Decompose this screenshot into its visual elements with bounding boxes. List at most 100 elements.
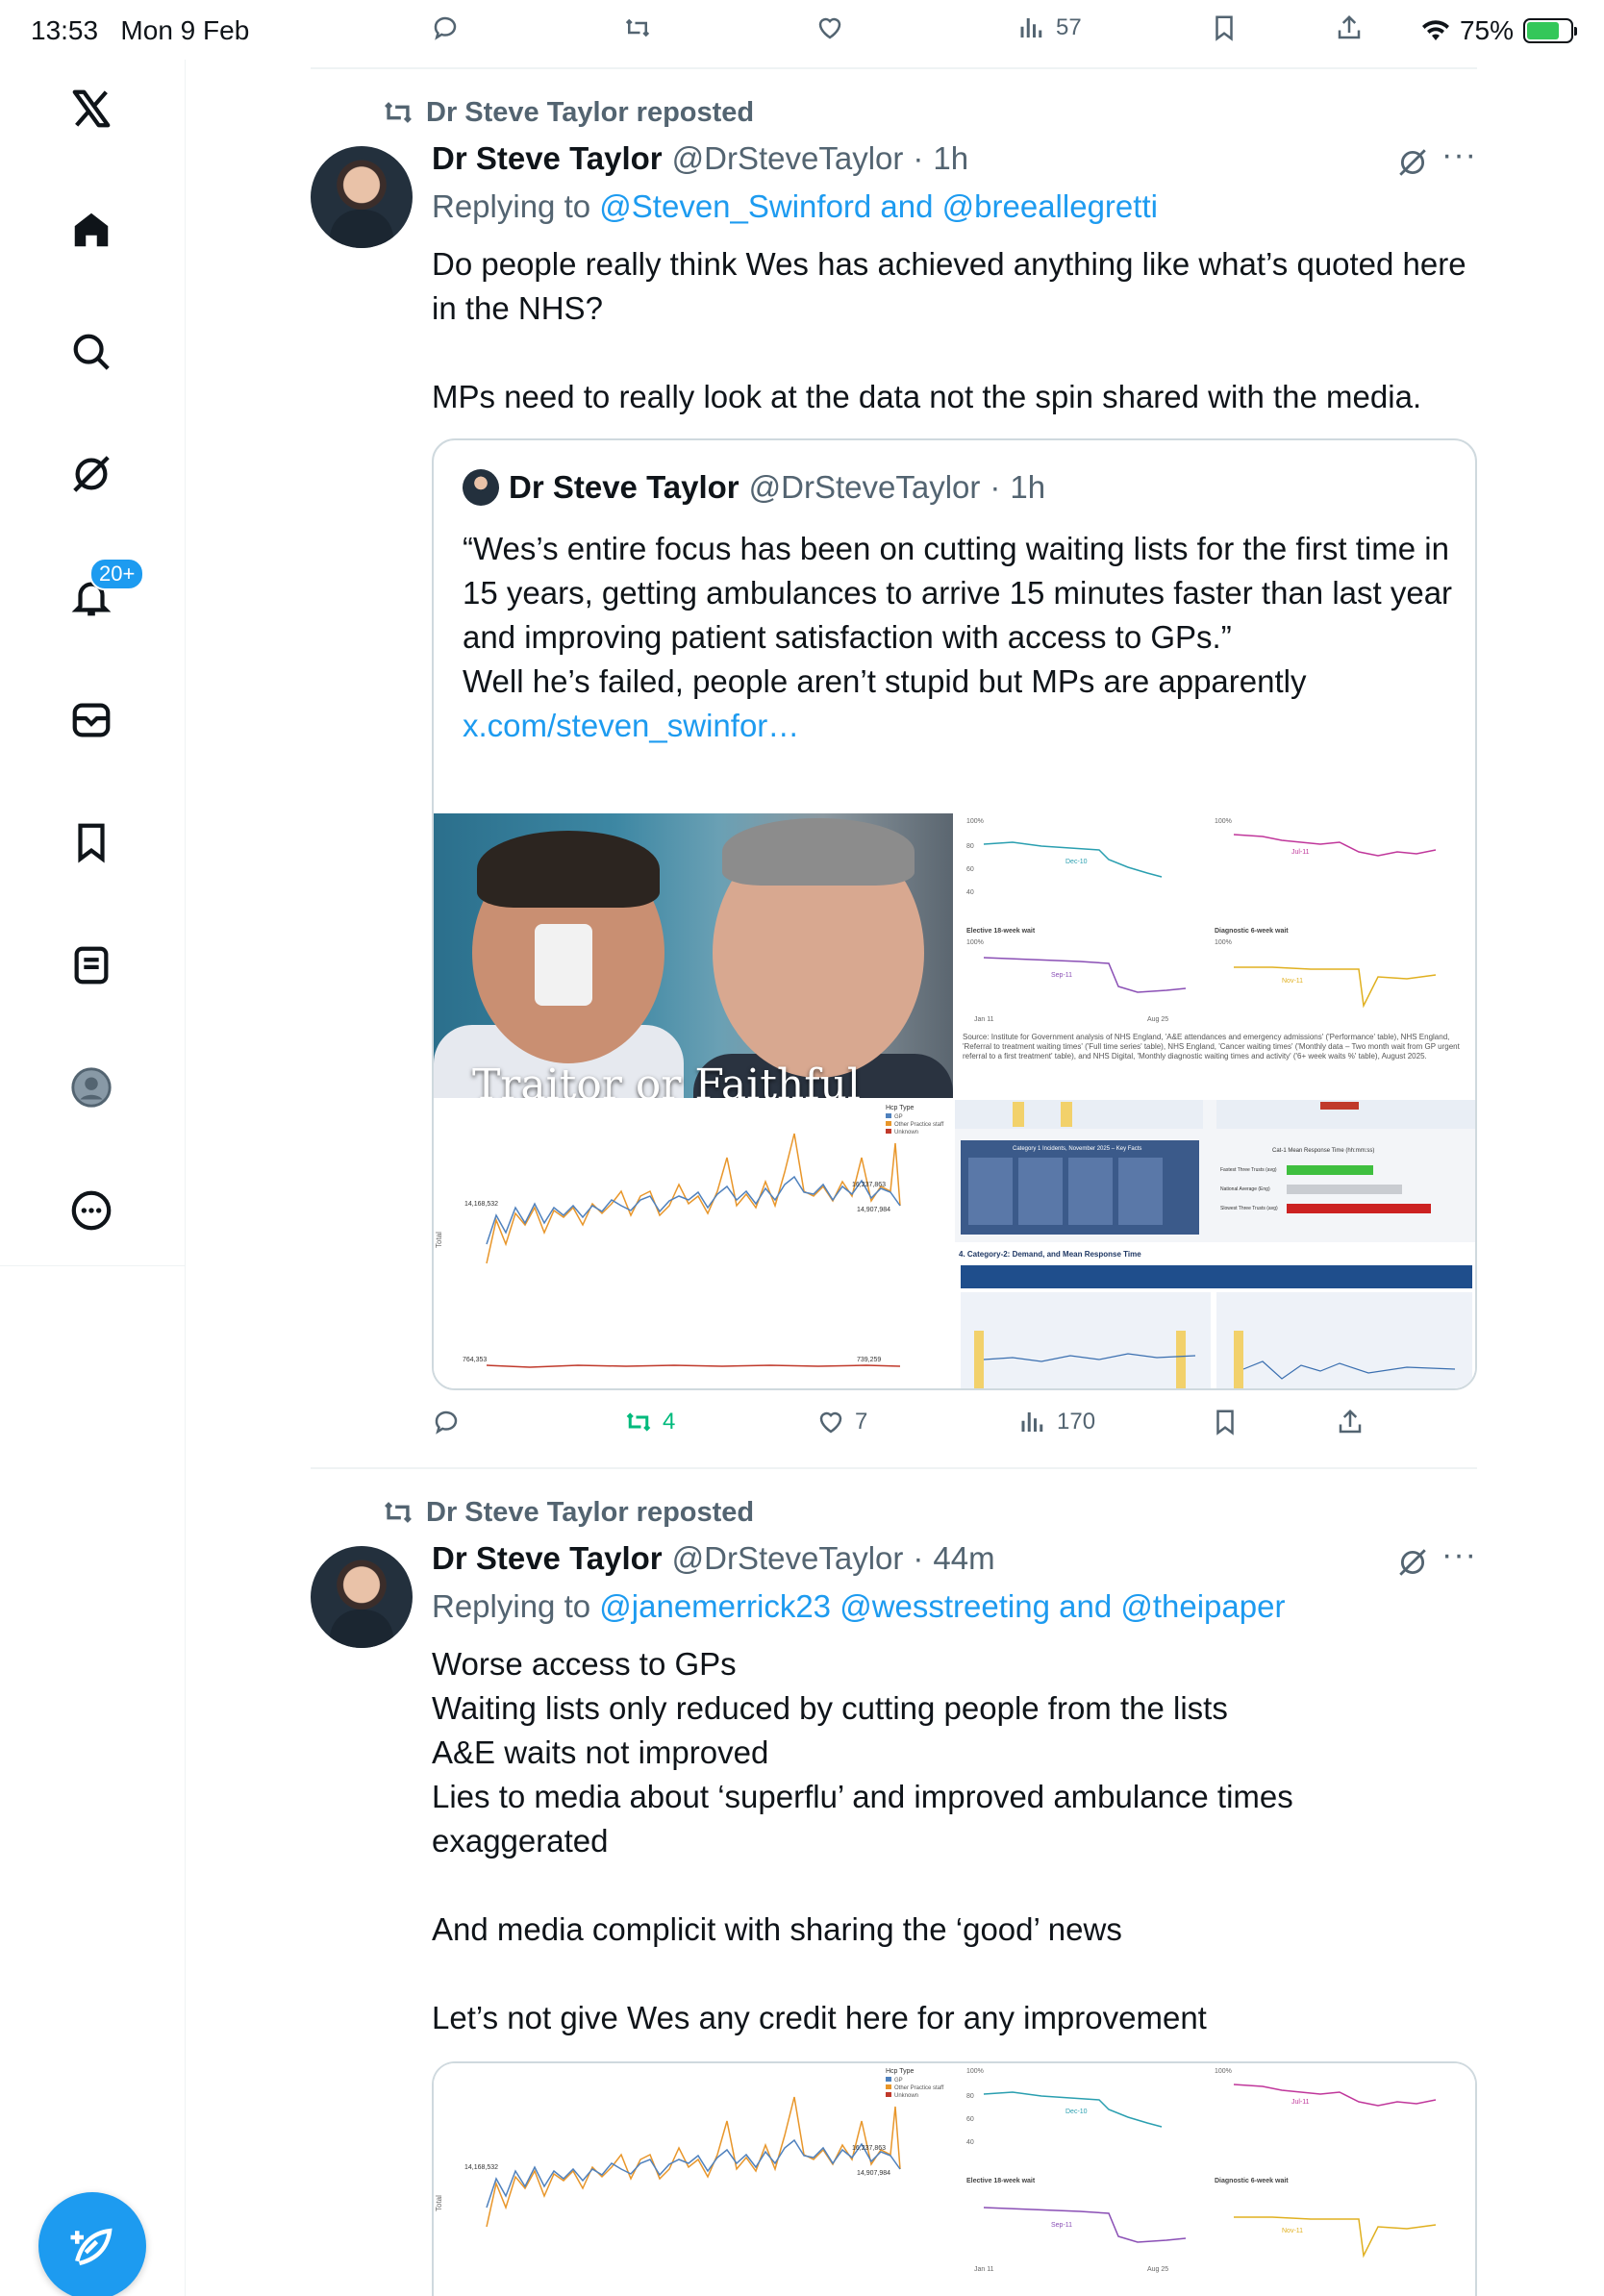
like-button[interactable]: 7 (816, 1408, 867, 1436)
tweet-header: Dr Steve Taylor @DrSteveTaylor · 44m (432, 1540, 995, 1577)
separator-dot: · (990, 469, 1001, 505)
views-button[interactable]: 170 (1018, 1408, 1095, 1436)
repost-icon (626, 1412, 651, 1432)
report-row: Fastest Three Trusts (avg) (1220, 1167, 1277, 1173)
more-icon (71, 1190, 112, 1231)
chart-legend-title: Hcp Type (886, 1105, 915, 1111)
quote-link[interactable]: x.com/steven_swinfor… (463, 704, 1463, 748)
nav-lists[interactable] (63, 937, 119, 993)
views-count: 170 (1057, 1409, 1096, 1435)
nav-profile[interactable] (63, 1060, 119, 1115)
tweet-header: Dr Steve Taylor @DrSteveTaylor · 1h (432, 140, 968, 177)
bookmark-button[interactable] (1211, 1408, 1240, 1436)
share-button[interactable] (1336, 1408, 1365, 1436)
chart-data-label: 16,237,863 (852, 2145, 886, 2152)
chart-axis-label: Jan 11 (974, 2266, 994, 2273)
avatar[interactable] (311, 1546, 413, 1648)
report-bar (1287, 1185, 1402, 1194)
x-logo-icon (72, 89, 111, 128)
media-photo[interactable]: Traitor or Faithful (434, 813, 953, 1098)
tweet[interactable]: Dr Steve Taylor reposted Dr Steve Taylor… (311, 1496, 1477, 2296)
repost-indicator: Dr Steve Taylor reposted (382, 96, 754, 129)
media-card[interactable]: Total Hcp Type GP Other Practice staff U… (432, 2061, 1477, 2296)
media-nhs-charts[interactable]: 100% 80 60 40 100% 100% 100% Dec-10 Jul-… (955, 813, 1475, 1098)
status-time: 13:53 Mon 9 Feb (31, 15, 249, 46)
nav-grok[interactable] (63, 446, 119, 502)
views-count: 57 (1056, 14, 1082, 40)
chart-data-label: 14,907,984 (857, 2170, 890, 2177)
views-icon (1020, 18, 1042, 37)
chart-data-label: 14,168,532 (464, 2164, 498, 2171)
tweet-actions: 4 7 170 (432, 1408, 1362, 1446)
repost-label: Dr Steve Taylor reposted (426, 96, 755, 128)
chart-label: Nov-11 (1282, 978, 1303, 985)
reply-button[interactable] (431, 13, 460, 42)
more-options-icon[interactable]: ··· (1441, 1536, 1477, 1574)
media-nhs-charts[interactable]: 100% 80 60 40 100% Dec-10 Jul-11 Electiv… (955, 2063, 1475, 2296)
replying-to-links[interactable]: @janemerrick23 @wesstreeting and @theipa… (599, 1588, 1285, 1624)
chart-label: Nov-11 (1282, 2228, 1303, 2234)
author-name[interactable]: Dr Steve Taylor (432, 1540, 663, 1577)
chart-tick: 60 (966, 866, 974, 873)
tweet-paragraph: Do people really think Wes has achieved … (432, 246, 1475, 326)
quoted-tweet[interactable]: Dr Steve Taylor @DrSteveTaylor · 1h “Wes… (432, 438, 1477, 1390)
like-button[interactable] (815, 13, 844, 42)
chart-data-label: 14,907,984 (857, 1207, 890, 1213)
repost-button[interactable] (623, 13, 652, 42)
more-options-icon[interactable]: ··· (1441, 137, 1477, 174)
media-ambulance-report[interactable]: Category 1 Incidents, November 2025 – Ke… (955, 1100, 1475, 1388)
profile-icon (71, 1067, 112, 1108)
replying-to: Replying to @janemerrick23 @wesstreeting… (432, 1588, 1285, 1625)
sidebar: 20+ (0, 60, 186, 2296)
compose-icon (70, 2228, 113, 2266)
nav-bookmarks[interactable] (63, 814, 119, 870)
chart-line (983, 957, 1187, 993)
heart-icon (818, 17, 841, 39)
author-name[interactable]: Dr Steve Taylor (432, 140, 663, 177)
report-bar (1287, 1204, 1431, 1213)
chart-tick: 100% (1215, 939, 1232, 946)
tweet-text: Worse access to GPs Waiting lists only r… (432, 1642, 1470, 2040)
author-handle[interactable]: @DrSteveTaylor (672, 1540, 904, 1577)
views-button[interactable]: 57 (1017, 13, 1082, 42)
tweet-time[interactable]: 1h (933, 140, 968, 177)
repost-button[interactable]: 4 (624, 1408, 675, 1436)
legend-entry: GP (894, 1114, 903, 1120)
nav-messages[interactable] (63, 692, 119, 748)
legend-entry: Other Practice staff (894, 2085, 944, 2091)
wifi-icon (1421, 20, 1449, 40)
chart-label: Sep-11 (1051, 972, 1072, 979)
nav-more[interactable] (63, 1183, 119, 1238)
share-button[interactable] (1335, 13, 1364, 42)
bookmark-icon (1216, 15, 1233, 41)
grok-icon[interactable] (1396, 1546, 1429, 1579)
nav-search[interactable] (63, 324, 119, 380)
media-gp-chart[interactable]: Total Hcp Type GP Other Practice staff U… (434, 1100, 953, 1388)
media-grid: Traitor or Faithful 100% 80 60 40 100% 1… (434, 813, 1475, 1388)
feed-divider (311, 67, 1477, 69)
legend-entry: Unknown (894, 2093, 918, 2099)
replying-to-links[interactable]: @Steven_Swinford and @breeallegretti (599, 188, 1158, 224)
compose-button[interactable] (38, 2192, 146, 2296)
avatar[interactable] (311, 146, 413, 248)
tweet-time[interactable]: 44m (933, 1540, 994, 1577)
grok-icon[interactable] (1396, 146, 1429, 179)
quote-header: Dr Steve Taylor @DrSteveTaylor · 1h (463, 469, 1045, 506)
reply-button[interactable] (432, 1408, 461, 1436)
tweet[interactable]: Dr Steve Taylor reposted Dr Steve Taylor… (311, 96, 1477, 1461)
bookmark-button[interactable] (1210, 13, 1239, 42)
share-icon (1339, 1409, 1362, 1434)
legend-entry: Other Practice staff (894, 1122, 944, 1128)
separator-dot: · (913, 140, 924, 176)
media-gp-chart[interactable]: Total Hcp Type GP Other Practice staff U… (434, 2063, 953, 2296)
nav-home[interactable] (63, 202, 119, 258)
author-handle[interactable]: @DrSteveTaylor (672, 140, 904, 177)
tweet-paragraph: Let’s not give Wes any credit here for a… (432, 2000, 1207, 2035)
chart-data-label: 14,168,532 (464, 1201, 498, 1208)
chart-axis-label: Aug 25 (1147, 1016, 1168, 1023)
battery-icon (1523, 18, 1577, 43)
x-logo[interactable] (63, 81, 119, 137)
replying-prefix: Replying to (432, 188, 591, 224)
chart-tick: 40 (966, 2139, 974, 2146)
report-section-title: 4. Category-2: Demand, and Mean Response… (959, 1250, 1141, 1259)
